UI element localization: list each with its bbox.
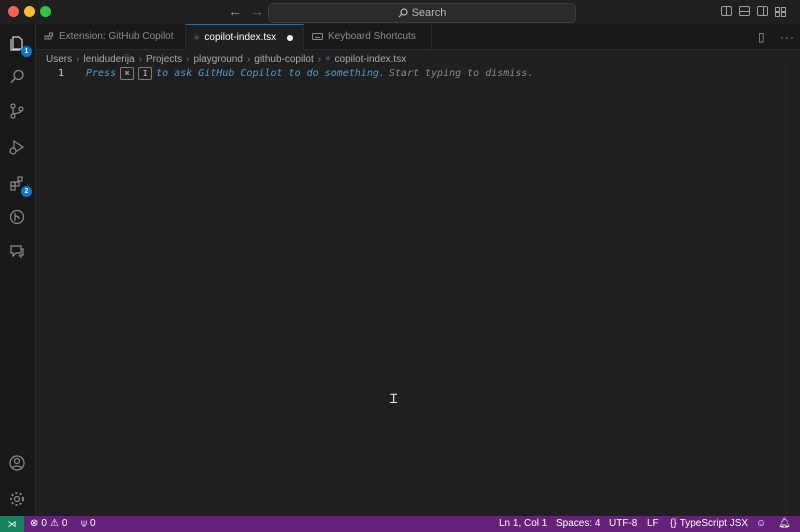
error-icon: ⊗ bbox=[30, 518, 39, 529]
tab-label: Keyboard Shortcuts bbox=[328, 31, 416, 42]
chevron-right-icon: › bbox=[76, 53, 80, 65]
extensions-button[interactable]: 2 bbox=[6, 172, 32, 197]
code-editor[interactable]: 1 Press ⌘ I to ask GitHub Copilot to do … bbox=[36, 64, 800, 516]
tab-label: copilot-index.tsx bbox=[204, 32, 277, 43]
braces-icon: {} bbox=[670, 518, 677, 529]
hint-text: to ask GitHub Copilot to do something. bbox=[156, 68, 385, 79]
breadcrumb-item[interactable]: Users bbox=[46, 54, 72, 65]
gear-icon bbox=[10, 492, 24, 506]
ports-count: 0 bbox=[90, 518, 96, 529]
tab-label: Extension: GitHub Copilot bbox=[59, 31, 174, 42]
breadcrumb-item[interactable]: github-copilot bbox=[254, 54, 313, 65]
search-icon bbox=[10, 69, 24, 84]
close-window-button[interactable] bbox=[8, 6, 19, 17]
toggle-sidebar-icon[interactable] bbox=[721, 6, 732, 16]
vertical-scrollbar[interactable] bbox=[785, 64, 800, 516]
tsx-file-icon: ⚛ bbox=[325, 54, 331, 64]
error-count: 0 bbox=[41, 518, 47, 529]
customize-layout-icon[interactable] bbox=[775, 6, 786, 17]
end-of-line[interactable]: LF bbox=[647, 518, 659, 529]
tab-keyboard-shortcuts[interactable]: Keyboard Shortcuts bbox=[304, 24, 432, 49]
radio-tower-icon: ⍦ bbox=[81, 518, 87, 529]
toggle-secondary-sidebar-icon[interactable] bbox=[757, 6, 768, 16]
extensions-badge: 2 bbox=[21, 186, 32, 197]
command-key-icon: ⌘ bbox=[120, 67, 135, 80]
hint-press: Press bbox=[86, 68, 117, 79]
accounts-button[interactable] bbox=[6, 452, 28, 474]
encoding[interactable]: UTF-8 bbox=[609, 518, 637, 529]
language-mode[interactable]: {} TypeScript JSX bbox=[670, 518, 748, 529]
title-bar: ← → Search bbox=[0, 0, 800, 25]
run-debug-icon bbox=[9, 139, 25, 155]
command-center-search[interactable]: Search bbox=[268, 3, 576, 23]
ports-indicator[interactable]: ⍦ 0 bbox=[81, 518, 96, 529]
warning-count: 0 bbox=[61, 518, 68, 529]
forward-arrow-icon[interactable]: → bbox=[250, 3, 264, 19]
github-button[interactable] bbox=[6, 206, 28, 228]
source-control-button[interactable] bbox=[6, 100, 28, 122]
tab-extension-github-copilot[interactable]: Extension: GitHub Copilot bbox=[36, 24, 186, 49]
line-number: 1 bbox=[58, 68, 65, 79]
search-placeholder: Search bbox=[411, 7, 447, 19]
explorer-badge: 1 bbox=[21, 46, 32, 57]
tsx-file-icon: ⚛ bbox=[194, 32, 200, 43]
editor-tab-bar: Extension: GitHub Copilot ⚛ copilot-inde… bbox=[36, 24, 800, 50]
split-editor-icon[interactable]: ▯ bbox=[758, 30, 765, 44]
extensions-icon bbox=[44, 32, 53, 39]
notifications-bell-icon[interactable]: 🔔︎ bbox=[778, 518, 791, 529]
maximize-window-button[interactable] bbox=[40, 6, 51, 17]
minimize-window-button[interactable] bbox=[24, 6, 35, 17]
activity-bar: 1 2 bbox=[0, 24, 36, 516]
run-and-debug-button[interactable] bbox=[6, 136, 28, 158]
chat-icon bbox=[10, 245, 24, 259]
explorer-button[interactable]: 1 bbox=[6, 32, 32, 57]
status-bar: ⋊ ⊗ 0 ⚠ 0 ⍦ 0 Ln 1, Col 1 Spaces: 4 UTF-… bbox=[0, 516, 800, 532]
github-icon bbox=[9, 209, 25, 225]
breadcrumb-item[interactable]: leniduderija bbox=[83, 54, 134, 65]
manage-button[interactable] bbox=[6, 488, 28, 510]
indentation[interactable]: Spaces: 4 bbox=[556, 518, 600, 529]
search-icon bbox=[398, 8, 408, 18]
account-icon bbox=[9, 455, 25, 471]
copilot-inline-hint: Press ⌘ I to ask GitHub Copilot to do so… bbox=[86, 67, 533, 80]
source-control-icon bbox=[10, 103, 24, 119]
language-label: TypeScript JSX bbox=[679, 518, 749, 529]
tab-copilot-index[interactable]: ⚛ copilot-index.tsx bbox=[186, 24, 304, 50]
remote-indicator-icon[interactable]: ⋊ bbox=[0, 516, 24, 532]
breadcrumb-item[interactable]: copilot-index.tsx bbox=[335, 54, 407, 65]
chat-button[interactable] bbox=[6, 240, 28, 262]
copilot-status-icon[interactable]: ☺ bbox=[756, 518, 766, 529]
text-cursor-icon: Ɪ bbox=[390, 391, 398, 406]
search-view-button[interactable] bbox=[6, 66, 28, 88]
hint-dismiss-text: Start typing to dismiss. bbox=[388, 68, 534, 79]
breadcrumb-item[interactable]: playground bbox=[193, 54, 242, 65]
keyboard-icon bbox=[312, 33, 323, 40]
warning-icon: ⚠ bbox=[49, 518, 59, 529]
back-arrow-icon[interactable]: ← bbox=[228, 3, 242, 19]
problems-indicator[interactable]: ⊗ 0 ⚠ 0 bbox=[30, 518, 67, 529]
more-actions-icon[interactable]: ··· bbox=[780, 30, 795, 44]
chevron-right-icon: › bbox=[138, 53, 142, 65]
cursor-position[interactable]: Ln 1, Col 1 bbox=[499, 518, 547, 529]
toggle-panel-icon[interactable] bbox=[739, 6, 750, 16]
chevron-right-icon: › bbox=[317, 53, 322, 65]
breadcrumb-item[interactable]: Projects bbox=[146, 54, 182, 65]
chevron-right-icon: › bbox=[246, 53, 251, 65]
chevron-right-icon: › bbox=[186, 53, 190, 65]
i-key: I bbox=[138, 67, 153, 80]
unsaved-dot-icon[interactable] bbox=[287, 34, 294, 41]
